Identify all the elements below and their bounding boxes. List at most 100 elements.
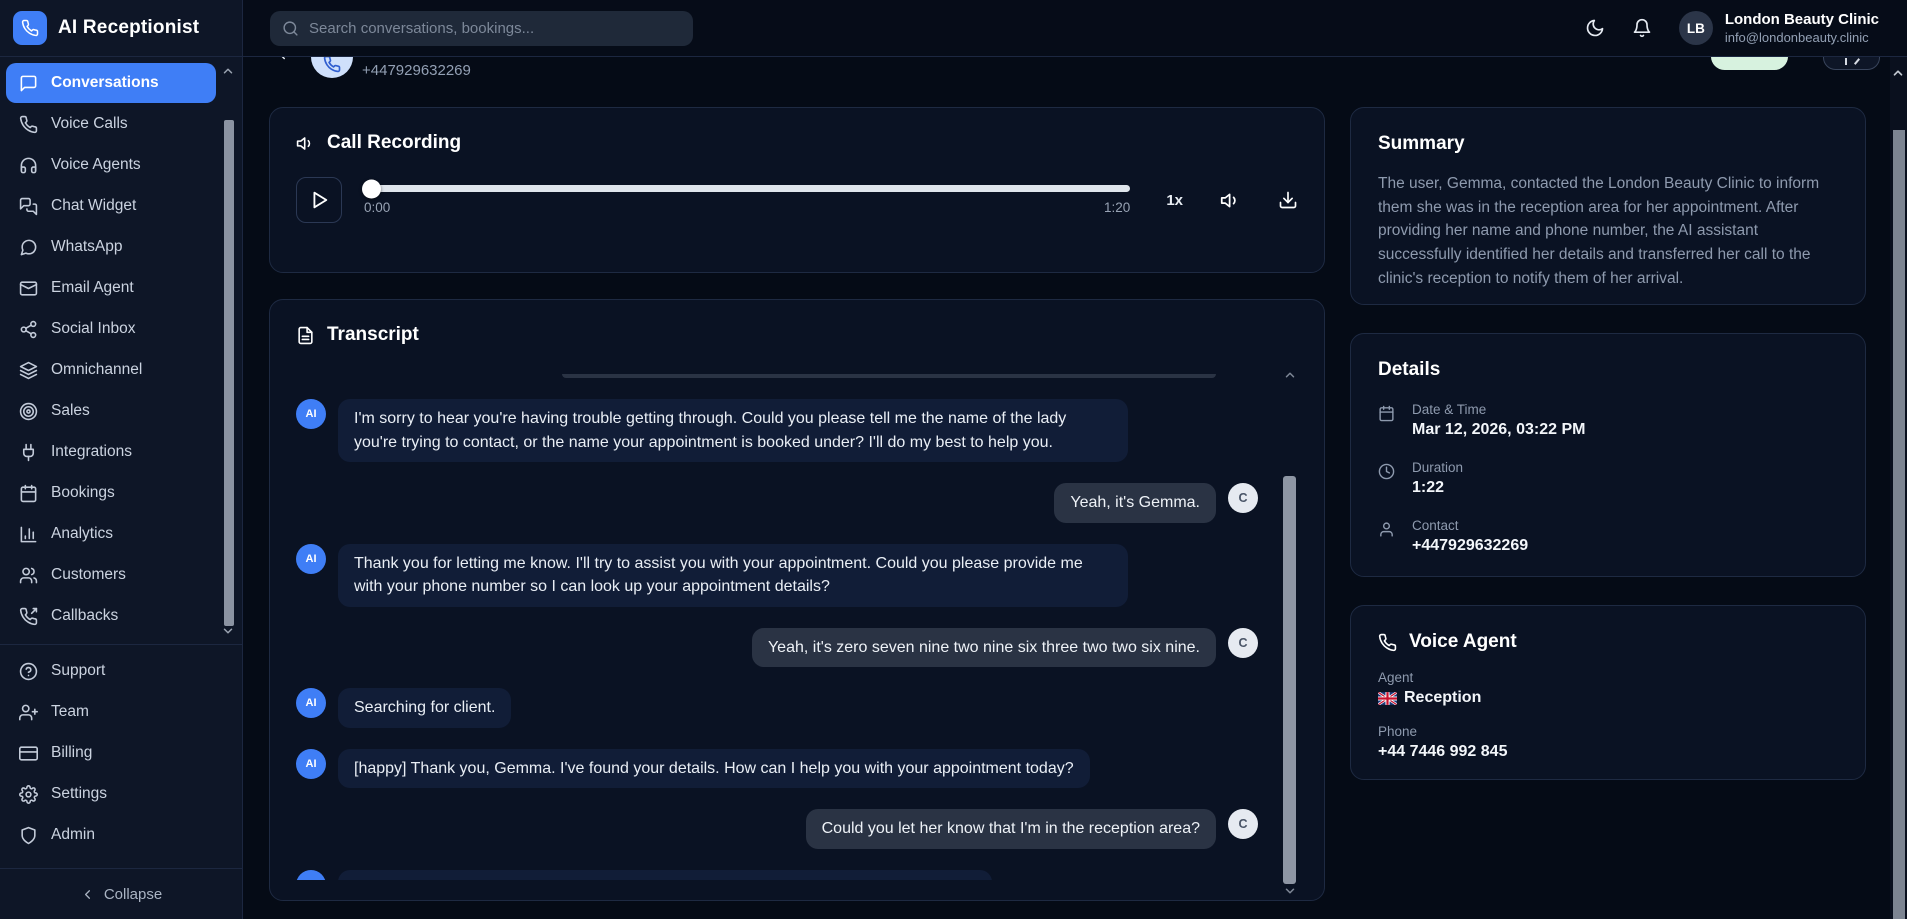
page-scrollbar-thumb[interactable] (1893, 130, 1905, 919)
credit-card-icon (19, 744, 38, 763)
calendar-icon (1378, 405, 1395, 422)
sidebar-item-bookings[interactable]: Bookings (6, 473, 216, 513)
detail-label: Contact (1412, 518, 1528, 533)
details-card: Details Date & Time Mar 12, 2026, 03:22 … (1350, 333, 1866, 577)
message-bubble: [happy] Thank you, Gemma. I've found you… (338, 749, 1090, 789)
customer-avatar: C (1228, 628, 1258, 658)
sidebar-item-voice-calls[interactable]: Voice Calls (6, 104, 216, 144)
playback-speed-button[interactable]: 1x (1166, 192, 1183, 209)
account-menu[interactable]: LB London Beauty Clinic info@londonbeaut… (1679, 11, 1879, 45)
detail-value: 1:22 (1412, 479, 1463, 497)
sidebar-item-billing[interactable]: Billing (6, 733, 216, 773)
ai-avatar: AI (296, 544, 326, 574)
user-icon (1378, 521, 1395, 538)
status-pill-button[interactable] (1711, 57, 1788, 70)
seek-slider: 0:00 1:20 (364, 185, 1130, 215)
sidebar-item-label: Sales (51, 402, 90, 420)
ai-avatar: AI (296, 399, 326, 429)
current-time: 0:00 (364, 200, 390, 215)
sidebar-item-label: Conversations (51, 74, 159, 92)
sidebar-item-integrations[interactable]: Integrations (6, 432, 216, 472)
phone-icon (19, 115, 38, 134)
sidebar-item-chat-widget[interactable]: Chat Widget (6, 186, 216, 226)
sidebar-item-label: Bookings (51, 484, 115, 502)
detail-row-duration: Duration 1:22 (1378, 460, 1838, 497)
card-title: Transcript (327, 324, 419, 346)
sidebar-scrollbar-thumb[interactable] (224, 120, 234, 626)
sidebar-item-conversations[interactable]: Conversations (6, 63, 216, 103)
actions-button[interactable] (1823, 57, 1880, 70)
account-avatar: LB (1679, 11, 1713, 45)
page-scroll-up-icon[interactable] (1891, 66, 1905, 80)
sidebar-scroll-up-icon[interactable] (221, 64, 235, 78)
sidebar-item-voice-agents[interactable]: Voice Agents (6, 145, 216, 185)
headphones-icon (19, 156, 38, 175)
bar-chart-icon (19, 525, 38, 544)
global-search[interactable] (270, 11, 693, 46)
sidebar-item-label: Callbacks (51, 607, 118, 625)
message-bubble: Yeah, it's Gemma. (1054, 483, 1216, 523)
sidebar-item-admin[interactable]: Admin (6, 815, 216, 855)
sidebar-item-label: WhatsApp (51, 238, 123, 256)
seek-track[interactable] (364, 185, 1130, 192)
sidebar-item-customers[interactable]: Customers (6, 555, 216, 595)
user-plus-icon (19, 703, 38, 722)
play-button[interactable] (296, 177, 342, 223)
search-input[interactable] (309, 20, 681, 37)
uk-flag-icon (1378, 692, 1397, 705)
transcript-message: AI Searching for client. (296, 688, 1258, 728)
transcript-message: Yeah, it's zero seven nine two nine six … (296, 628, 1258, 668)
player-controls: 1x (1152, 190, 1298, 211)
sidebar-item-label: Social Inbox (51, 320, 135, 338)
sidebar-item-analytics[interactable]: Analytics (6, 514, 216, 554)
transcript-messages[interactable]: AI I'm sorry to hear you're having troub… (296, 364, 1258, 880)
button-glyph (1854, 58, 1860, 65)
share-icon (19, 320, 38, 339)
download-icon[interactable] (1278, 190, 1298, 210)
detail-label: Duration (1412, 460, 1463, 475)
app-logo-row: AI Receptionist (0, 0, 242, 57)
sidebar-item-label: Email Agent (51, 279, 134, 297)
message-bubble: Thank you for letting me know. I'll try … (338, 544, 1128, 607)
contact-avatar (311, 57, 353, 78)
sidebar-item-label: Settings (51, 785, 107, 803)
transcript-message: AI Thank you for letting me know. I'll t… (296, 544, 1258, 607)
sidebar-item-omnichannel[interactable]: Omnichannel (6, 350, 216, 390)
sidebar-nav: Conversations Voice Calls Voice Agents C… (0, 63, 242, 637)
target-icon (19, 402, 38, 421)
total-time: 1:20 (1104, 200, 1130, 215)
speaker-icon (296, 134, 315, 153)
transcript-scrollbar-thumb[interactable] (1283, 476, 1296, 884)
summary-text: The user, Gemma, contacted the London Be… (1378, 172, 1838, 291)
page-scrollbar[interactable] (1890, 57, 1907, 919)
seek-handle[interactable] (362, 179, 381, 198)
card-title: Details (1378, 359, 1440, 381)
sidebar-item-sales[interactable]: Sales (6, 391, 216, 431)
agent-phone-value: +44 7446 992 845 (1378, 743, 1838, 761)
sidebar-item-team[interactable]: Team (6, 692, 216, 732)
message-bubble: Please hold, while I transfer you to the… (338, 870, 992, 880)
whatsapp-icon (19, 238, 38, 257)
transcript-scroll-up-icon[interactable] (1283, 368, 1297, 382)
transcript-scroll-down-icon[interactable] (1283, 884, 1297, 898)
sidebar-item-social-inbox[interactable]: Social Inbox (6, 309, 216, 349)
collapse-sidebar-button[interactable]: Collapse (0, 869, 242, 919)
audio-player: 0:00 1:20 1x (296, 177, 1298, 223)
dark-mode-moon-icon[interactable] (1585, 18, 1605, 38)
sidebar-scroll-down-icon[interactable] (221, 624, 235, 638)
sidebar-item-whatsapp[interactable]: WhatsApp (6, 227, 216, 267)
transcript-message: Yeah, it's Gemma. C (296, 483, 1258, 523)
sidebar-item-label: Analytics (51, 525, 113, 543)
sidebar-item-label: Voice Calls (51, 115, 128, 133)
sidebar-item-support[interactable]: Support (6, 651, 216, 691)
sidebar-item-settings[interactable]: Settings (6, 774, 216, 814)
sidebar-item-callbacks[interactable]: Callbacks (6, 596, 216, 636)
volume-icon[interactable] (1220, 190, 1241, 211)
back-chevron-icon[interactable] (273, 57, 291, 63)
help-circle-icon (19, 662, 38, 681)
sidebar-item-email-agent[interactable]: Email Agent (6, 268, 216, 308)
sidebar-item-label: Support (51, 662, 105, 680)
customer-avatar: C (1228, 809, 1258, 839)
notifications-bell-icon[interactable] (1632, 18, 1652, 38)
transcript-message: AI [happy] Thank you, Gemma. I've found … (296, 749, 1258, 789)
